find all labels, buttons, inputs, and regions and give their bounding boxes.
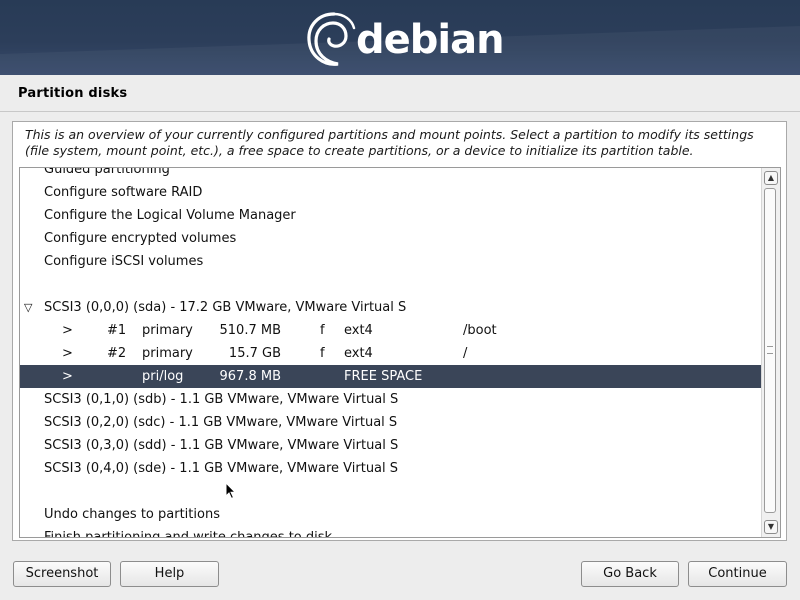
continue-button[interactable]: Continue [688, 561, 787, 587]
list-item-label: Configure encrypted volumes [44, 231, 237, 246]
list-item-label: SCSI3 (0,2,0) (sdc) - 1.1 GB VMware, VMw… [44, 415, 398, 430]
screenshot-button[interactable]: Screenshot [13, 561, 111, 587]
list-item-label: SCSI3 (0,4,0) (sde) - 1.1 GB VMware, VMw… [44, 461, 399, 476]
partition-type: pri/log [142, 369, 184, 384]
partition-mount-point: /boot [463, 323, 497, 338]
partition-row[interactable]: > pri/log 967.8 MB FREE SPACE [20, 365, 761, 388]
disk-device-label: SCSI3 (0,0,0) (sda) - 17.2 GB VMware, VM… [44, 300, 407, 315]
partition-type: primary [142, 323, 193, 338]
row-arrow-icon: > [62, 323, 73, 338]
partition-size: 967.8 MB [219, 369, 281, 384]
scrollbar-grip-icon [767, 346, 773, 354]
list-item-label: SCSI3 (0,3,0) (sdd) - 1.1 GB VMware, VMw… [44, 438, 399, 453]
partition-flag: f [320, 323, 325, 338]
list-item-label: Undo changes to partitions [44, 507, 220, 522]
partition-size: 15.7 GB [228, 346, 281, 361]
partition-type: primary [142, 346, 193, 361]
debian-banner: debian [0, 0, 800, 75]
expanded-triangle-icon[interactable]: ▽ [24, 296, 32, 319]
partition-number: #2 [107, 346, 127, 361]
list-item[interactable]: Configure encrypted volumes [20, 227, 761, 250]
list-item-label: Configure the Logical Volume Manager [44, 208, 296, 223]
list-item-label: Configure software RAID [44, 185, 203, 200]
partition-list: Guided partitioning Configure software RA… [20, 167, 761, 538]
partition-flag: f [320, 346, 325, 361]
list-item[interactable]: Configure the Logical Volume Manager [20, 204, 761, 227]
debian-logo: debian [304, 6, 505, 72]
list-item-label: Guided partitioning [44, 167, 170, 177]
list-item[interactable]: SCSI3 (0,4,0) (sde) - 1.1 GB VMware, VMw… [20, 457, 761, 480]
help-button[interactable]: Help [120, 561, 219, 587]
partition-filesystem: FREE SPACE [344, 369, 423, 384]
partition-row[interactable]: > #2 primary 15.7 GB f ext4 / [20, 342, 761, 365]
list-item-label: SCSI3 (0,1,0) (sdb) - 1.1 GB VMware, VMw… [44, 392, 399, 407]
row-arrow-icon: > [62, 346, 73, 361]
list-item[interactable]: Guided partitioning [20, 167, 761, 181]
list-item-label: Finish partitioning and write changes to… [44, 530, 333, 538]
list-item[interactable]: ▽ SCSI3 (0,0,0) (sda) - 17.2 GB VMware, V… [20, 296, 761, 319]
page-title: Partition disks [18, 86, 128, 101]
partition-size: 510.7 MB [219, 323, 281, 338]
content-frame: This is an overview of your currently co… [12, 121, 787, 541]
partition-listbox[interactable]: Guided partitioning Configure software RA… [19, 167, 781, 538]
scrollbar-thumb[interactable] [764, 188, 776, 513]
list-item[interactable]: SCSI3 (0,3,0) (sdd) - 1.1 GB VMware, VMw… [20, 434, 761, 457]
partition-mount-point: / [463, 346, 468, 361]
vertical-scrollbar[interactable]: ▲ ▼ [761, 168, 780, 537]
go-back-button[interactable]: Go Back [581, 561, 679, 587]
mouse-cursor-icon [225, 482, 237, 500]
row-arrow-icon: > [62, 369, 73, 384]
list-item-label: Configure iSCSI volumes [44, 254, 204, 269]
partition-number: #1 [107, 323, 127, 338]
partition-filesystem: ext4 [344, 323, 373, 338]
partition-filesystem: ext4 [344, 346, 373, 361]
list-item[interactable]: SCSI3 (0,2,0) (sdc) - 1.1 GB VMware, VMw… [20, 411, 761, 434]
scroll-up-icon[interactable]: ▲ [764, 171, 778, 185]
debian-swirl-icon [307, 12, 356, 66]
list-item[interactable]: SCSI3 (0,1,0) (sdb) - 1.1 GB VMware, VMw… [20, 388, 761, 411]
list-item[interactable]: Finish partitioning and write changes to… [20, 526, 761, 538]
debian-wordmark: debian [356, 17, 505, 63]
title-divider [0, 111, 800, 112]
partition-row[interactable]: > #1 primary 510.7 MB f ext4/boot [20, 319, 761, 342]
list-item[interactable]: Configure iSCSI volumes [20, 250, 761, 273]
help-text: This is an overview of your currently co… [25, 127, 754, 158]
list-item[interactable]: Undo changes to partitions [20, 503, 761, 526]
list-item[interactable]: Configure software RAID [20, 181, 761, 204]
scroll-down-icon[interactable]: ▼ [764, 520, 778, 534]
